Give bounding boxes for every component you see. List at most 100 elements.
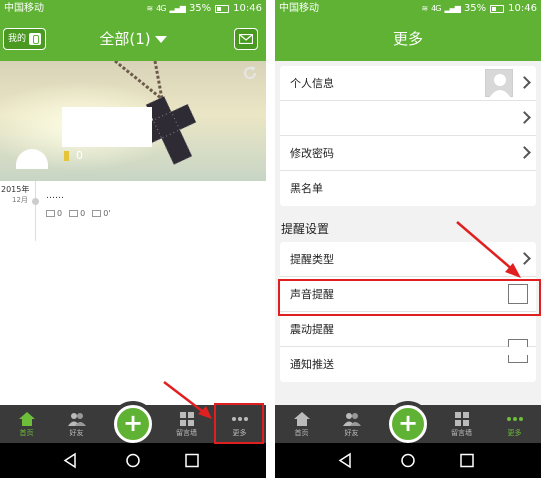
wifi-icon: ≋ — [146, 4, 153, 13]
signal-icon: ▂▄▆ — [169, 4, 186, 13]
grid-icon — [454, 412, 469, 426]
count-badge-icon — [64, 151, 69, 161]
status-bar: 中国移动 ≋ 4G ▂▄▆ 35% 10:46 — [0, 0, 266, 17]
wifi-icon: ≋ — [421, 4, 428, 13]
row-change-password[interactable]: 修改密码 — [280, 136, 536, 171]
clock: 10:46 — [508, 3, 537, 14]
timeline-feed: 2015年 12月 …… 0 0 0' — [0, 181, 266, 405]
app-header: 我的 全部(1) — [0, 17, 266, 61]
tab-home-label: 首页 — [19, 429, 34, 437]
default-avatar-icon — [489, 74, 511, 98]
tab-home-label: 首页 — [294, 429, 309, 437]
envelope-icon — [239, 34, 253, 44]
filter-title-dropdown[interactable]: 全部(1) — [0, 17, 266, 61]
recents-button[interactable] — [172, 443, 212, 478]
row-blacklist[interactable]: 黑名单 — [280, 171, 536, 206]
tab-friends-label: 好友 — [344, 429, 359, 437]
back-button[interactable] — [50, 443, 90, 478]
signal-icon: ▂▄▆ — [444, 4, 461, 13]
filter-title-label: 全部(1) — [99, 30, 151, 48]
bottom-tab-bar: 首页 好友 + 留言墙 更多 — [275, 401, 541, 447]
avatar — [485, 69, 513, 98]
battery-percent: 35% — [188, 3, 212, 14]
tab-more[interactable]: 更多 — [488, 405, 541, 443]
battery-icon — [215, 4, 230, 13]
tab-message-wall[interactable]: 留言墙 — [435, 405, 488, 443]
app-header: 更多 — [275, 17, 541, 61]
home-nav-button[interactable] — [388, 443, 428, 478]
compose-button[interactable]: + — [114, 405, 152, 443]
home-circle-icon — [126, 453, 140, 468]
image-count-value: 0 — [57, 209, 63, 218]
cover-banner: 0 — [0, 61, 266, 181]
tab-friends[interactable]: 好友 — [50, 405, 103, 443]
row-push-notification[interactable]: 通知推送 — [280, 347, 536, 382]
image-count: 0 — [46, 209, 62, 218]
row-blacklist-label: 黑名单 — [290, 182, 323, 195]
clock: 10:46 — [233, 3, 262, 14]
row-profile[interactable]: 个人信息 — [280, 66, 536, 101]
battery-percent: 35% — [463, 3, 487, 14]
recents-button[interactable] — [447, 443, 487, 478]
annotation-highlight-more — [214, 403, 264, 444]
page-title: 更多 — [392, 30, 423, 48]
friends-icon — [342, 413, 361, 426]
more-icon — [506, 417, 523, 421]
row-change-password-label: 修改密码 — [290, 147, 334, 160]
doc-count: 0' — [92, 209, 110, 218]
recents-square-icon — [460, 453, 474, 468]
timeline-line — [35, 181, 36, 241]
timeline-year: 2015年 — [1, 185, 30, 194]
account-settings-group: 个人信息 修改密码 黑名单 — [280, 66, 536, 206]
tab-message-wall-label: 留言墙 — [176, 429, 197, 437]
plus-icon: + — [122, 409, 144, 437]
message-button[interactable] — [234, 28, 258, 50]
network-label: 4G — [431, 4, 441, 13]
refresh-icon[interactable] — [242, 65, 258, 81]
tab-home[interactable]: 首页 — [0, 405, 53, 443]
system-nav-bar — [0, 443, 266, 478]
network-label: 4G — [156, 4, 166, 13]
row-blank[interactable] — [280, 101, 536, 136]
back-button[interactable] — [325, 443, 365, 478]
post-stats: 0 0 0' — [46, 209, 110, 218]
chevron-right-icon — [518, 76, 531, 89]
timeline-dot — [32, 198, 39, 205]
tab-friends[interactable]: 好友 — [325, 405, 378, 443]
reminder-section-title: 提醒设置 — [281, 222, 330, 236]
chevron-right-icon — [518, 146, 531, 159]
timeline-month: 12月 — [12, 196, 28, 204]
tab-more-label: 更多 — [507, 429, 522, 437]
push-notification-checkbox[interactable] — [508, 355, 528, 363]
annotation-highlight-sound-reminder — [278, 279, 541, 316]
comment-icon — [69, 210, 79, 217]
tab-message-wall-label: 留言墙 — [451, 429, 472, 437]
compose-button[interactable]: + — [389, 405, 427, 443]
carrier-label: 中国移动 — [4, 3, 44, 14]
comment-count-value: 0 — [80, 209, 86, 218]
vibrate-reminder-checkbox[interactable] — [508, 339, 528, 347]
post-text[interactable]: …… — [46, 191, 64, 201]
phone-screen-more: 中国移动 ≋ 4G ▂▄▆ 35% 10:46 更多 个人信息 修改密码 黑名单… — [275, 0, 541, 478]
tab-friends-label: 好友 — [69, 429, 84, 437]
plus-icon: + — [397, 409, 419, 437]
tab-home[interactable]: 首页 — [275, 405, 328, 443]
image-icon — [46, 210, 55, 217]
comment-count: 0 — [69, 209, 85, 218]
row-reminder-type-label: 提醒类型 — [290, 253, 334, 266]
row-profile-label: 个人信息 — [290, 77, 334, 90]
banner-count: 0 — [76, 149, 83, 162]
row-vibrate-reminder[interactable]: 震动提醒 — [280, 312, 536, 347]
phone-screen-home: 中国移动 ≋ 4G ▂▄▆ 35% 10:46 我的 全部(1) 0 2015年… — [0, 0, 266, 478]
document-icon — [92, 210, 102, 217]
home-icon — [293, 412, 310, 426]
back-triangle-icon — [338, 452, 351, 469]
status-bar: 中国移动 ≋ 4G ▂▄▆ 35% 10:46 — [275, 0, 541, 17]
banner-overlay-block — [62, 107, 152, 147]
home-icon — [18, 412, 35, 426]
doc-count-value: 0' — [103, 209, 111, 218]
battery-icon — [490, 4, 505, 13]
recents-square-icon — [185, 453, 199, 468]
chevron-right-icon — [518, 111, 531, 124]
home-nav-button[interactable] — [113, 443, 153, 478]
